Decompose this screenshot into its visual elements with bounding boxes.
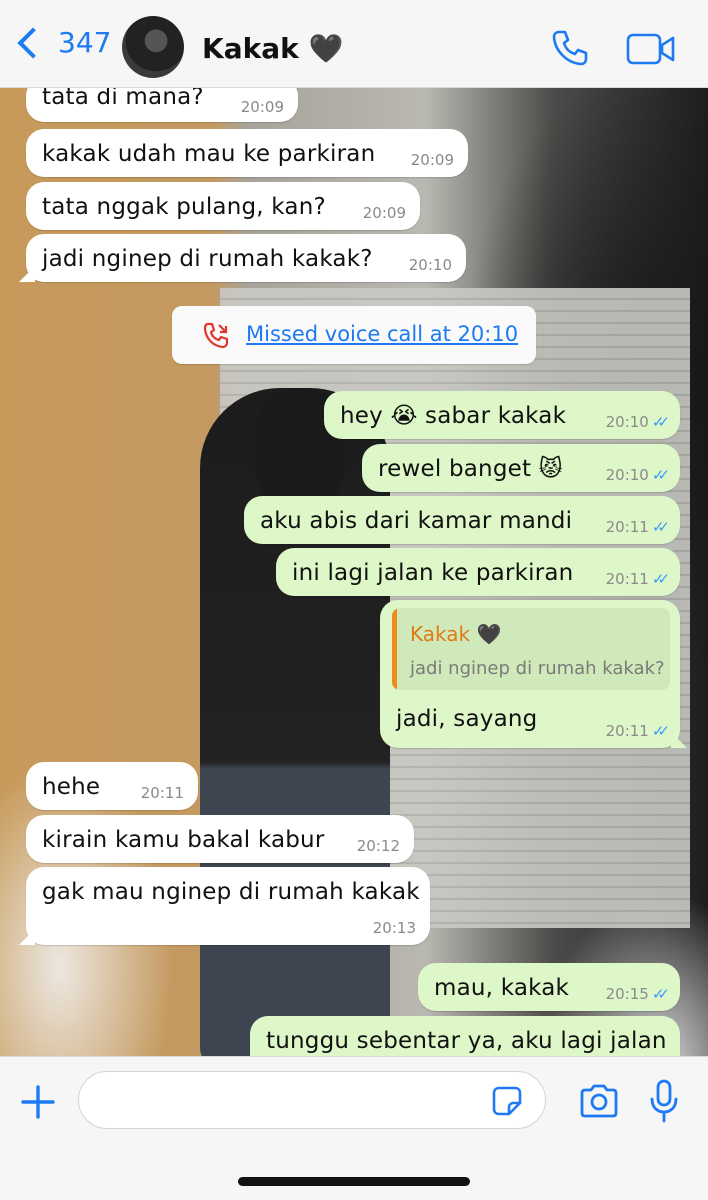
sticker-icon[interactable]: [491, 1085, 523, 1117]
message-time: 20:13: [372, 919, 416, 937]
message-text: jadi, sayang: [396, 706, 538, 732]
message-time: 20:09: [362, 204, 406, 222]
message-meta: 20:11 ✓✓: [606, 570, 670, 588]
message-bubble[interactable]: kirain kamu bakal kabur 20:12: [26, 815, 414, 863]
message-input[interactable]: [78, 1071, 546, 1129]
message-text: kakak udah mau ke parkiran: [42, 141, 376, 167]
read-receipt-icon: ✓✓: [651, 413, 670, 431]
video-camera-icon[interactable]: [626, 32, 676, 66]
missed-call-icon: [203, 322, 229, 349]
read-receipt-icon: ✓✓: [651, 722, 670, 740]
message-text: kirain kamu bakal kabur: [42, 827, 325, 853]
message-bubble[interactable]: aku abis dari kamar mandi 20:11 ✓✓: [244, 496, 680, 544]
message-time: 20:11: [605, 570, 649, 588]
message-bubble[interactable]: tata nggak pulang, kan? 20:09: [26, 182, 420, 230]
message-bubble[interactable]: tata di mana? 20:09: [26, 88, 298, 122]
message-bubble[interactable]: mau, kakak 20:15 ✓✓: [418, 963, 680, 1011]
quoted-text: jadi nginep di rumah kakak?: [410, 658, 665, 679]
camera-icon[interactable]: [578, 1083, 620, 1119]
missed-call-notice[interactable]: Missed voice call at 20:10: [172, 306, 536, 364]
chevron-left-icon: [17, 26, 49, 59]
missed-call-link[interactable]: Missed voice call at 20:10: [246, 322, 518, 346]
chat-header: 347 Kakak 🖤: [0, 0, 708, 88]
message-time: 20:10: [605, 413, 649, 431]
quoted-message[interactable]: Kakak 🖤 jadi nginep di rumah kakak?: [392, 608, 670, 690]
message-time: 20:09: [410, 151, 454, 169]
plus-icon[interactable]: [20, 1084, 56, 1120]
home-indicator: [238, 1177, 470, 1186]
message-time: 20:11: [140, 784, 184, 802]
message-time: 20:15: [605, 985, 649, 1003]
avatar[interactable]: [122, 16, 184, 78]
read-receipt-icon: ✓✓: [651, 570, 670, 588]
phone-icon[interactable]: [550, 28, 590, 68]
message-bubble[interactable]: hehe 20:11: [26, 762, 198, 810]
message-bubble[interactable]: rewel banget 😾 20:10 ✓✓: [362, 444, 680, 492]
quote-bar: [392, 608, 397, 690]
quoted-sender: Kakak 🖤: [410, 622, 502, 646]
message-time: 20:10: [605, 466, 649, 484]
message-text: hehe: [42, 774, 101, 800]
message-text: mau, kakak: [434, 975, 570, 1001]
message-text: jadi nginep di rumah kakak?: [42, 246, 373, 272]
unread-count: 347: [58, 26, 112, 59]
message-time: 20:11: [605, 518, 649, 536]
message-meta: 20:10 ✓✓: [606, 466, 670, 484]
message-bubble[interactable]: ini lagi jalan ke parkiran 20:11 ✓✓: [276, 548, 680, 596]
message-meta: 20:15 ✓✓: [606, 985, 670, 1003]
message-meta: 20:11 ✓✓: [606, 518, 670, 536]
message-bubble[interactable]: kakak udah mau ke parkiran 20:09: [26, 129, 468, 177]
message-text: gak mau nginep di rumah kakak: [42, 879, 420, 905]
read-receipt-icon: ✓✓: [651, 466, 670, 484]
bubble-tail: [671, 732, 687, 748]
contact-name[interactable]: Kakak 🖤: [202, 32, 343, 65]
bubble-tail: [19, 929, 35, 945]
read-receipt-icon: ✓✓: [651, 985, 670, 1003]
message-text: aku abis dari kamar mandi: [260, 508, 573, 534]
message-time: 20:10: [408, 256, 452, 274]
message-meta: 20:11 ✓✓: [606, 722, 670, 740]
message-bubble[interactable]: tunggu sebentar ya, aku lagi jalan: [250, 1016, 680, 1056]
message-bubble[interactable]: jadi nginep di rumah kakak? 20:10: [19, 234, 466, 282]
message-time: 20:09: [240, 98, 284, 116]
message-list[interactable]: tata di mana? 20:09 kakak udah mau ke pa…: [0, 88, 708, 1056]
message-bubble[interactable]: gak mau nginep di rumah kakak 20:13: [19, 867, 430, 945]
message-text: hey 😭 sabar kakak: [340, 403, 567, 429]
read-receipt-icon: ✓✓: [651, 518, 670, 536]
message-meta: 20:10 ✓✓: [606, 413, 670, 431]
message-time: 20:11: [605, 722, 649, 740]
message-bubble[interactable]: hey 😭 sabar kakak 20:10 ✓✓: [324, 391, 680, 439]
back-button[interactable]: 347: [14, 26, 111, 59]
message-text: ini lagi jalan ke parkiran: [292, 560, 574, 586]
message-text: tunggu sebentar ya, aku lagi jalan: [266, 1028, 667, 1054]
message-text: tata nggak pulang, kan?: [42, 194, 326, 220]
microphone-icon[interactable]: [648, 1079, 680, 1123]
reply-message-bubble[interactable]: Kakak 🖤 jadi nginep di rumah kakak? jadi…: [380, 600, 687, 748]
bubble-tail: [19, 266, 35, 282]
message-text: tata di mana?: [42, 88, 204, 110]
message-text: rewel banget 😾: [378, 456, 563, 482]
message-time: 20:12: [356, 837, 400, 855]
composer-bar: [0, 1056, 708, 1200]
